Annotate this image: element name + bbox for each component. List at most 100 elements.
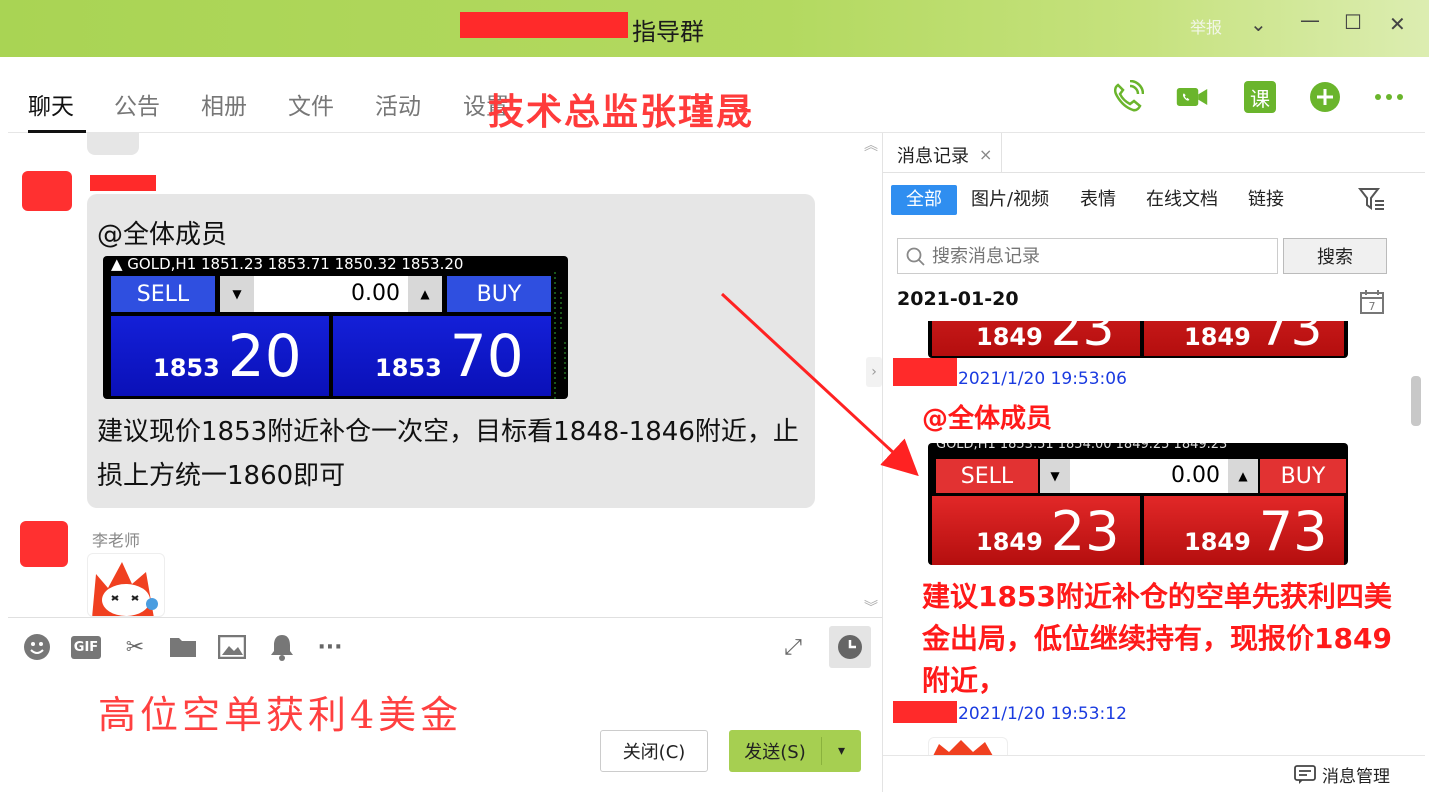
more-tools-icon[interactable]: ··· [312,630,348,664]
video-icon[interactable] [1175,80,1209,114]
add-icon[interactable] [1308,80,1342,114]
message-manager-button[interactable]: 消息管理 [1294,762,1390,787]
buy-label: BUY [447,276,551,312]
collapse-down-icon[interactable]: ︾ [864,597,878,617]
message-manager-icon [1294,764,1316,784]
buy-price-box: 1853 70 [333,316,551,396]
trade-panel-image: 1849 23 1849 73 [928,321,1348,358]
bell-icon[interactable] [267,630,297,664]
title-bar: 指导群 举报 ⌄ — ☐ ✕ [0,0,1429,57]
sell-price-box: 1853 20 [111,316,329,396]
filter-emoji[interactable]: 表情 [1080,185,1116,215]
image-icon[interactable] [217,630,247,664]
lot-value: 0.00 [1070,459,1228,493]
divider [8,617,882,618]
folder-icon[interactable] [168,630,198,664]
buy-price: 1853 70 [375,322,524,390]
chat-history[interactable]: ︽ @全体成员 ▲ GOLD,H1 1851.23 1853.71 1850.3… [8,133,882,617]
tab-chat[interactable]: 聊天 [28,87,74,121]
filter-docs[interactable]: 在线文档 [1146,185,1218,215]
trade-panel-image: ▲ GOLD,H1 1851.23 1853.71 1850.32 1853.2… [103,256,568,399]
tab-activity[interactable]: 活动 [375,87,421,121]
filter-links[interactable]: 链接 [1248,185,1284,215]
sticker-image[interactable] [928,737,1008,755]
message-time: 2021/1/20 19:53:06 [958,369,1127,389]
minimize-button[interactable]: — [1300,8,1320,32]
filter-all[interactable]: 全部 [891,185,957,215]
mention-all: @全体成员 [97,220,228,250]
scrollbar-thumb[interactable] [1411,376,1421,426]
buy-price-box: 1849 73 [1144,496,1344,565]
svg-text:7: 7 [1369,300,1376,313]
filter-media[interactable]: 图片/视频 [971,185,1049,215]
lot-increase-icon: ▲ [408,276,442,312]
avatar[interactable] [22,171,72,211]
tab-album[interactable]: 相册 [201,87,247,121]
redacted-sender-name [90,175,156,191]
close-icon[interactable]: × [979,145,992,164]
sell-label: SELL [111,276,215,312]
sticker-image [87,553,165,617]
search-button[interactable]: 搜索 [1283,238,1387,274]
dropdown-icon[interactable]: ⌄ [1250,12,1267,36]
phone-icon[interactable] [1110,80,1144,114]
emoji-icon[interactable] [22,630,52,664]
gif-icon[interactable]: GIF [70,630,102,664]
history-icon[interactable] [829,626,871,668]
report-link[interactable]: 举报 [1190,14,1222,38]
divider [883,172,1425,173]
scissors-icon[interactable]: ✂ [120,630,150,664]
sell-price-box: 1849 23 [932,321,1140,357]
chart-strip [554,272,566,399]
mention-all: @全体成员 [922,404,1053,434]
divider [883,755,1425,756]
sell-price: 1853 20 [153,322,302,390]
lot-increase-icon: ▲ [1228,459,1258,493]
buy-price: 1849 73 [1184,321,1323,357]
sell-price: 1849 23 [976,500,1120,563]
filter-icon[interactable] [1357,186,1386,216]
course-icon[interactable]: 课 [1243,80,1277,114]
send-label: 发送(S) [744,742,806,763]
redacted-sender-name [893,701,957,723]
send-options-icon[interactable]: ▾ [822,743,861,759]
history-message-text: 建议1853附近补仓的空单先获利四美金出局，低位继续持有，现报价1849附近， [922,580,1392,697]
sender-name: 李老师 [92,531,141,550]
window-title: 指导群 [632,18,704,46]
history-image-clipped[interactable]: 1849 23 1849 73 [928,321,1348,358]
panel-divider [882,133,883,792]
tab-files[interactable]: 文件 [288,87,334,121]
redacted-title [460,12,628,38]
trade-panel-header: ▲ GOLD,H1 1851.23 1853.71 1850.32 1853.2… [111,256,464,273]
search-icon [906,247,925,266]
divider [1001,133,1002,173]
search-box[interactable] [897,238,1278,274]
close-window-button[interactable]: ✕ [1389,12,1406,36]
more-icon[interactable] [1372,80,1406,114]
previous-bubble-tail [87,133,139,155]
lot-decrease-icon: ▼ [220,276,254,312]
collapse-up-icon[interactable]: ︽ [864,135,878,155]
buy-price: 1849 73 [1184,500,1328,563]
search-input[interactable] [932,243,1262,269]
buy-price-box: 1849 73 [1144,321,1344,357]
avatar[interactable] [20,521,68,567]
sell-price: 1849 23 [976,321,1115,357]
expand-right-icon[interactable]: › [866,357,882,387]
overlay-title: 技术总监张瑾晟 [488,91,755,133]
tab-announcement[interactable]: 公告 [114,87,160,121]
expand-input-icon[interactable]: ⤢ [776,630,810,664]
date-label: 2021-01-20 [897,288,1019,310]
message-bubble[interactable]: @全体成员 ▲ GOLD,H1 1851.23 1853.71 1850.32 … [87,194,815,508]
trade-panel-header: GOLD,H1 1853.51 1854.00 1849.25 1849.23 [936,443,1228,452]
lot-value: 0.00 [254,276,408,312]
calendar-icon[interactable]: 7 [1360,290,1384,318]
close-button[interactable]: 关闭(C) [600,730,708,772]
sell-price-box: 1849 23 [932,496,1140,565]
trade-panel-image[interactable]: GOLD,H1 1853.51 1854.00 1849.25 1849.23 … [928,443,1348,565]
tab-message-history[interactable]: 消息记录 [897,142,969,168]
maximize-button[interactable]: ☐ [1344,10,1362,34]
send-button[interactable]: 发送(S) ▾ [729,730,861,772]
message-manager-label: 消息管理 [1322,767,1390,787]
redacted-sender-name [893,358,957,386]
